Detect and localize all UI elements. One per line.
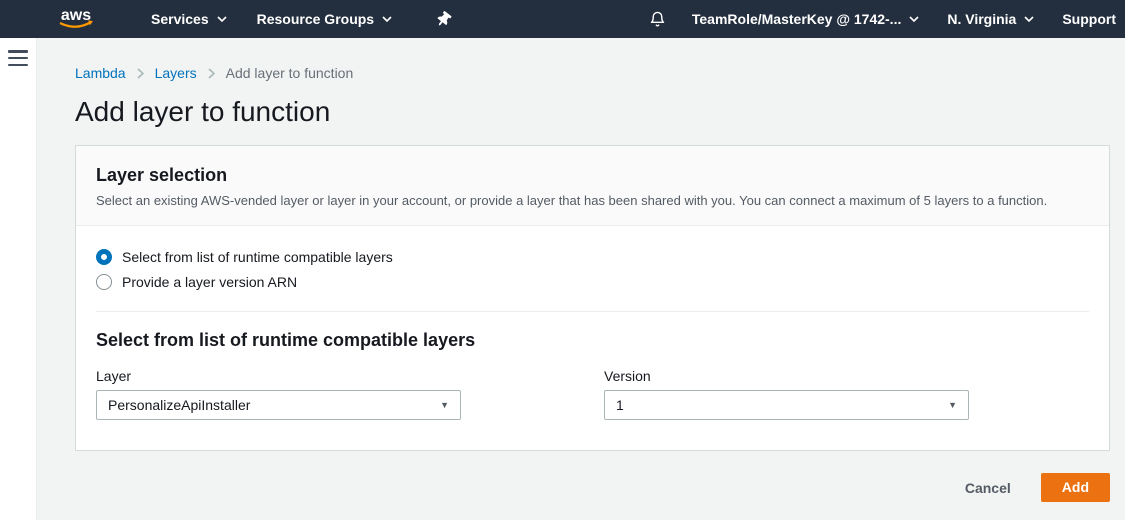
page-title: Add layer to function <box>75 96 1110 128</box>
layer-select-dropdown[interactable]: PersonalizeApiInstaller ▼ <box>96 390 461 420</box>
sidebar-collapsed <box>0 38 37 520</box>
notifications-bell-icon[interactable] <box>649 11 666 28</box>
nav-account-menu[interactable]: TeamRole/MasterKey @ 1742-... <box>692 11 919 27</box>
card-header: Layer selection Select an existing AWS-v… <box>76 146 1109 226</box>
top-navigation-bar: aws Services Resource Groups TeamRole/Ma <box>0 0 1125 38</box>
aws-logo[interactable]: aws <box>55 5 97 33</box>
radio-option-runtime-compatible[interactable]: Select from list of runtime compatible l… <box>96 249 1089 265</box>
fields-row: Layer PersonalizeApiInstaller ▼ Version … <box>96 368 1089 420</box>
version-field: Version 1 ▼ <box>604 368 969 420</box>
nav-resource-groups[interactable]: Resource Groups <box>257 11 392 27</box>
chevron-down-icon <box>909 16 919 22</box>
nav-services[interactable]: Services <box>151 11 227 27</box>
radio-option-label: Provide a layer version ARN <box>122 274 297 290</box>
chevron-down-icon: ▼ <box>948 401 957 410</box>
card-title: Layer selection <box>96 165 1089 186</box>
main-content: Lambda Layers Add layer to function Add … <box>37 38 1125 520</box>
nav-region-menu[interactable]: N. Virginia <box>947 11 1034 27</box>
layer-select-value: PersonalizeApiInstaller <box>108 397 250 413</box>
nav-support-menu[interactable]: Support <box>1062 11 1116 27</box>
svg-text:aws: aws <box>61 7 91 24</box>
chevron-right-icon <box>137 68 144 79</box>
breadcrumb-layers[interactable]: Layers <box>155 65 197 81</box>
nav-account-label: TeamRole/MasterKey @ 1742-... <box>692 11 901 27</box>
breadcrumb: Lambda Layers Add layer to function <box>75 65 1110 81</box>
layer-field: Layer PersonalizeApiInstaller ▼ <box>96 368 461 420</box>
footer-actions: Cancel Add <box>75 473 1110 502</box>
radio-option-version-arn[interactable]: Provide a layer version ARN <box>96 274 1089 290</box>
add-button[interactable]: Add <box>1041 473 1110 502</box>
page-body: Lambda Layers Add layer to function Add … <box>0 38 1125 520</box>
nav-services-label: Services <box>151 11 209 27</box>
card-description: Select an existing AWS-vended layer or l… <box>96 193 1089 208</box>
chevron-down-icon <box>382 16 392 22</box>
radio-option-label: Select from list of runtime compatible l… <box>122 249 393 265</box>
layer-field-label: Layer <box>96 368 461 384</box>
layer-selection-card: Layer selection Select an existing AWS-v… <box>75 145 1110 451</box>
nav-resource-groups-label: Resource Groups <box>257 11 374 27</box>
breadcrumb-lambda[interactable]: Lambda <box>75 65 126 81</box>
chevron-right-icon <box>208 68 215 79</box>
card-body: Select from list of runtime compatible l… <box>76 226 1109 450</box>
version-select-dropdown[interactable]: 1 ▼ <box>604 390 969 420</box>
aws-logo-icon: aws <box>55 5 97 33</box>
section-divider <box>96 311 1089 312</box>
version-select-value: 1 <box>616 397 624 413</box>
pushpin-icon[interactable] <box>436 12 451 27</box>
nav-right-group: TeamRole/MasterKey @ 1742-... N. Virgini… <box>649 11 1116 28</box>
chevron-down-icon <box>1024 16 1034 22</box>
hamburger-menu-icon[interactable] <box>8 50 28 66</box>
nav-support-label: Support <box>1062 11 1116 27</box>
version-field-label: Version <box>604 368 969 384</box>
radio-unselected-icon[interactable] <box>96 274 112 290</box>
section-heading: Select from list of runtime compatible l… <box>96 330 1089 351</box>
nav-region-label: N. Virginia <box>947 11 1016 27</box>
radio-selected-icon[interactable] <box>96 249 112 265</box>
breadcrumb-current: Add layer to function <box>226 65 354 81</box>
cancel-button[interactable]: Cancel <box>965 480 1011 496</box>
chevron-down-icon: ▼ <box>440 401 449 410</box>
chevron-down-icon <box>217 16 227 22</box>
